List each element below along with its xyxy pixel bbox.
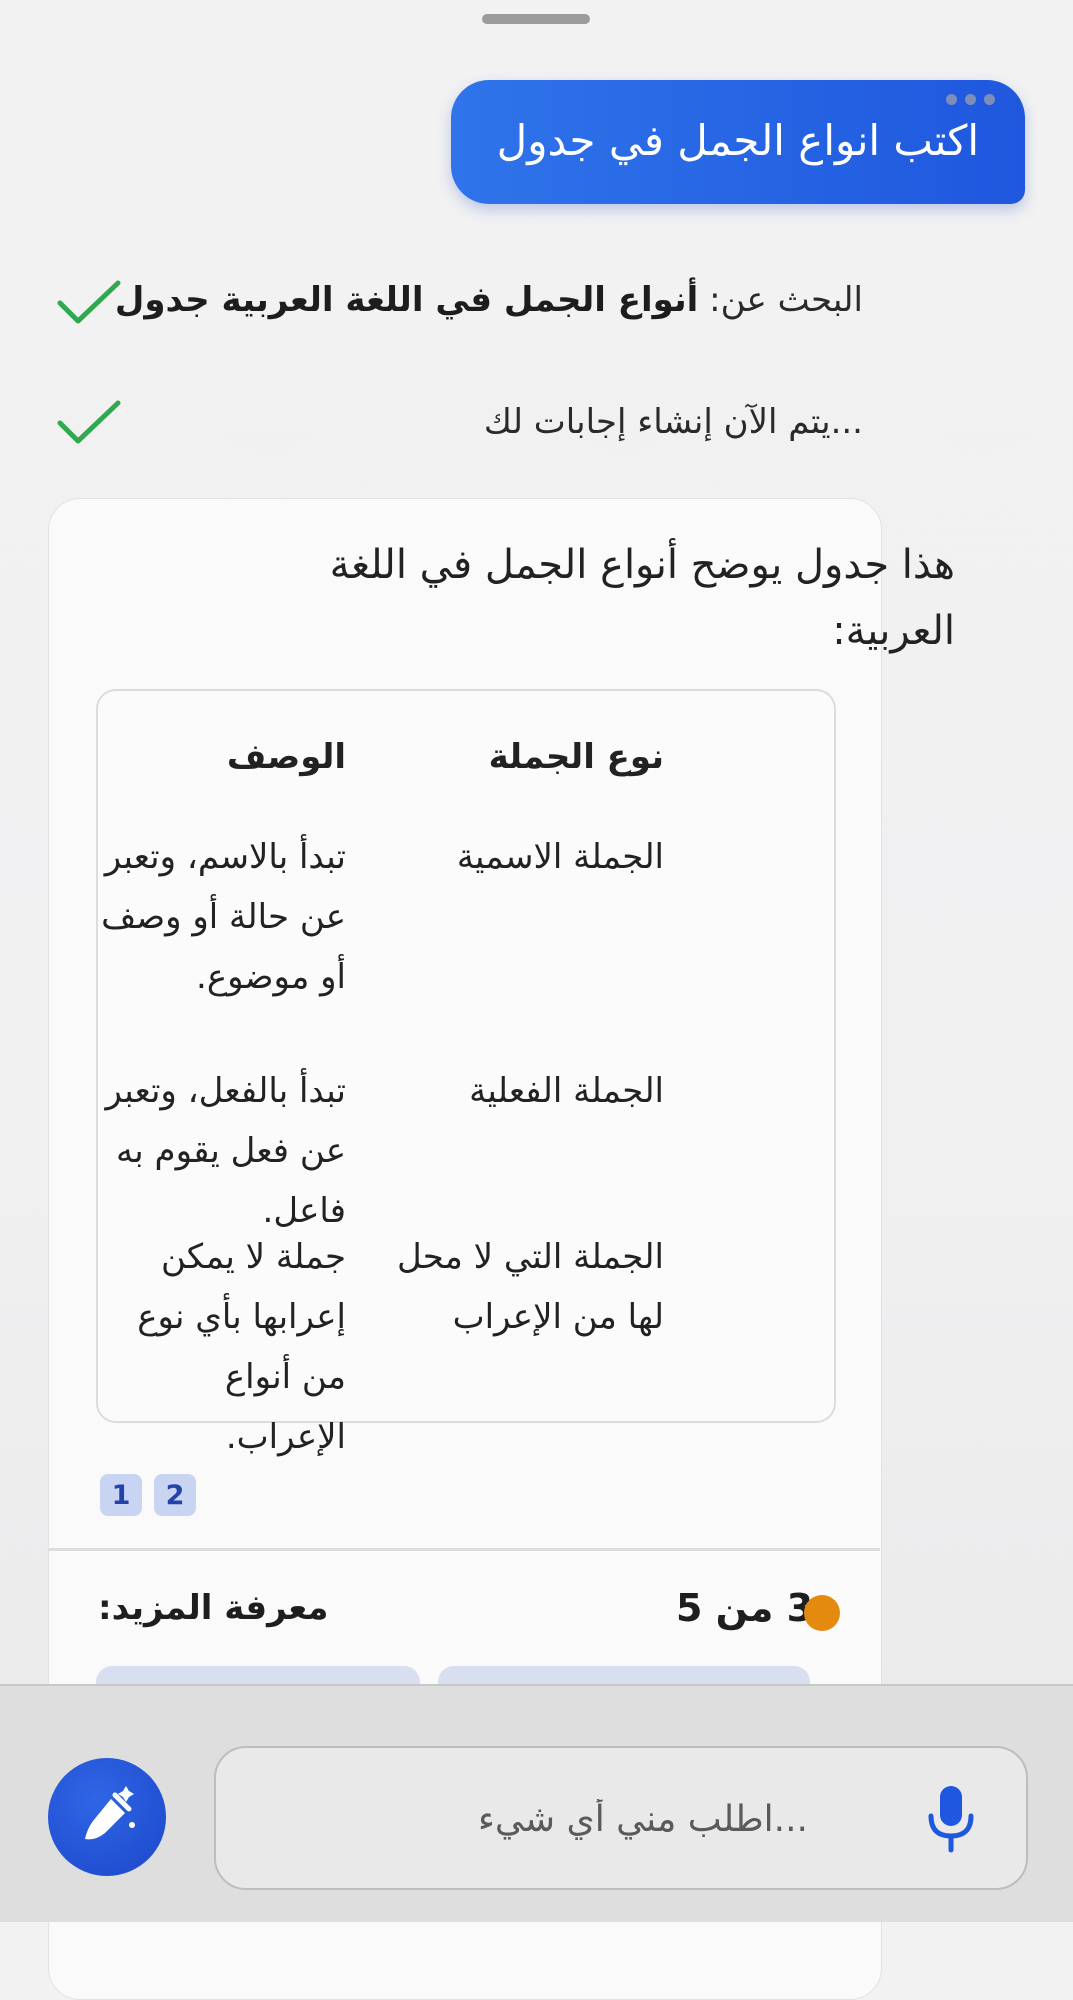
search-query: أنواع الجمل في اللغة العربية جدول: [114, 280, 699, 320]
new-topic-broom-icon: [85, 1786, 135, 1840]
table-header-description: الوصف: [226, 737, 346, 777]
user-message-text: اكتب انواع الجمل في جدول: [496, 116, 979, 165]
response-counter: 3 من 5: [676, 1586, 814, 1630]
table-cell: تبدأ بالفعل، وتعبر عن فعل يقوم به فاعل.: [105, 1071, 346, 1231]
table-cell: جملة لا يمكن إعرابها بأي نوع من أنواع ال…: [137, 1237, 346, 1457]
table-header-type: نوع الجملة: [488, 737, 664, 777]
divider: [48, 1548, 880, 1551]
table-cell: الجملة الفعلية: [469, 1071, 664, 1111]
new-topic-button[interactable]: [48, 1758, 166, 1876]
microphone-icon[interactable]: [926, 1784, 976, 1854]
check-icon: [57, 400, 121, 444]
sentence-types-table: نوع الجملة الوصف الجملة الاسمية تبدأ بال…: [96, 689, 836, 1457]
check-icon: [57, 280, 121, 324]
table-cell: الجملة الاسمية: [456, 837, 664, 877]
user-message-bubble: اكتب انواع الجمل في جدول: [451, 80, 1025, 204]
table-cell: الجملة التي لا محل لها من الإعراب: [396, 1237, 664, 1337]
drag-handle[interactable]: [482, 14, 590, 24]
generating-status: ...يتم الآن إنشاء إجابات لك: [483, 402, 863, 442]
search-prefix: البحث عن:: [709, 280, 863, 320]
citation-2[interactable]: 2: [154, 1474, 196, 1516]
answer-intro: هذا جدول يوضح أنواع الجمل في اللغة العرب…: [329, 542, 955, 654]
search-status: البحث عن: أنواع الجمل في اللغة العربية ج…: [115, 280, 863, 320]
table-cell: تبدأ بالاسم، وتعبر عن حالة أو وصف أو موض…: [101, 837, 346, 997]
chat-input[interactable]: [246, 1778, 810, 1860]
counter-status-dot: [804, 1595, 840, 1631]
citation-1[interactable]: 1: [100, 1474, 142, 1516]
more-dots-icon[interactable]: [946, 94, 995, 105]
chat-input-box[interactable]: [214, 1746, 1028, 1890]
learn-more-label: معرفة المزيد:: [98, 1588, 329, 1628]
